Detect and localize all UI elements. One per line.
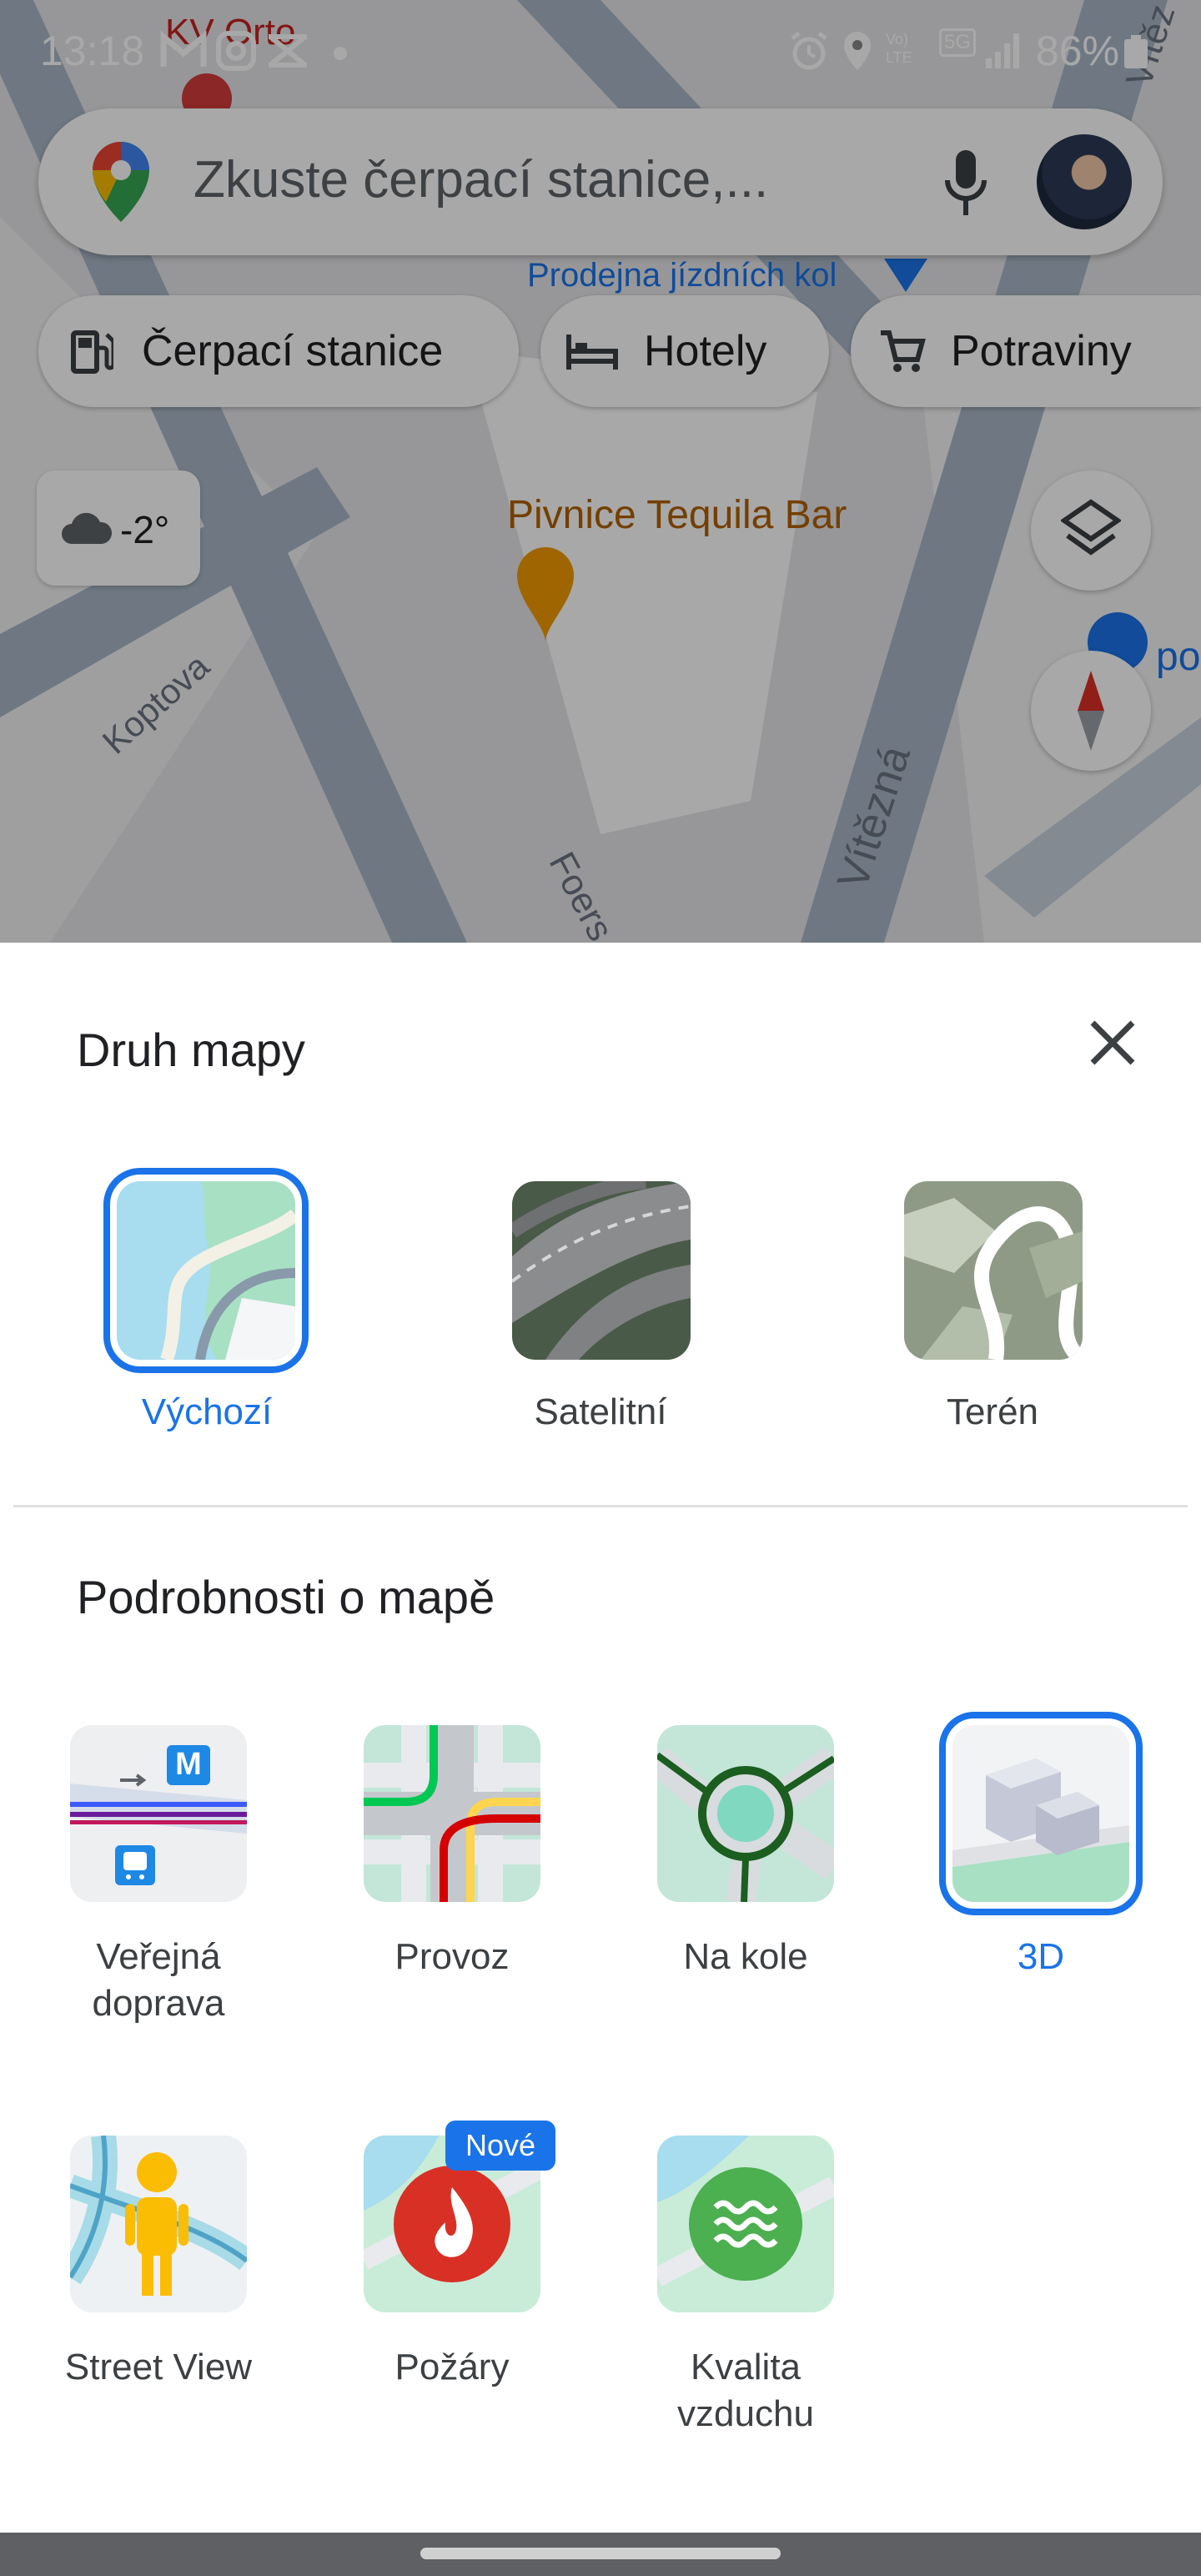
signal-icon xyxy=(986,33,1019,68)
map-type-satellite-tile[interactable] xyxy=(512,1181,691,1360)
chip-gas-stations[interactable]: Čerpací stanice xyxy=(38,295,519,407)
map-type-satellite-label[interactable]: Satelitní xyxy=(450,1391,751,1433)
navigation-bar xyxy=(0,2533,1201,2576)
air-quality-thumbnail xyxy=(657,2136,834,2312)
traffic-thumbnail xyxy=(364,1725,540,1902)
detail-wildfires-label-line1: Požáry xyxy=(394,2347,510,2387)
bed-icon xyxy=(566,335,618,370)
compass-button[interactable] xyxy=(1031,651,1151,771)
detail-street-view-label-line1: Street View xyxy=(64,2347,253,2387)
detail-3d-label[interactable]: 3D xyxy=(907,1934,1174,1980)
close-button[interactable] xyxy=(1079,1009,1146,1076)
alarm-icon xyxy=(791,32,827,70)
weather-widget[interactable]: -2° xyxy=(37,470,200,586)
layers-button[interactable] xyxy=(1031,470,1151,591)
status-bar: 13:18 Vo) LTE 5G 86% xyxy=(0,0,1201,108)
detail-wildfires-label[interactable]: Požáry xyxy=(319,2344,585,2391)
street-view-thumbnail xyxy=(70,2136,247,2312)
instagram-icon xyxy=(216,31,256,71)
chip-gas-stations-label: Čerpací stanice xyxy=(142,327,444,375)
map-label-poi-partial[interactable]: po xyxy=(1156,634,1200,680)
chip-hotels-label: Hotely xyxy=(644,327,767,375)
home-gesture-handle[interactable] xyxy=(420,2548,781,2559)
detail-street-view-label[interactable]: Street View xyxy=(25,2344,292,2391)
location-icon xyxy=(844,32,871,70)
satellite-map-thumbnail xyxy=(512,1181,691,1360)
bicycling-thumbnail xyxy=(657,1725,834,1902)
gmail-icon xyxy=(160,30,207,67)
search-bar[interactable]: Zkuste čerpací stanice,... xyxy=(38,108,1163,255)
weather-temperature: -2° xyxy=(120,508,170,551)
metro-letter: M xyxy=(175,1747,202,1782)
network-type-label: 5G xyxy=(939,28,977,57)
detail-traffic-label[interactable]: Provoz xyxy=(319,1934,585,1980)
battery-percentage: 86% xyxy=(1036,27,1148,75)
detail-traffic-tile[interactable] xyxy=(364,1725,540,1902)
detail-bicycling-tile[interactable] xyxy=(657,1725,834,1902)
detail-transit-tile[interactable]: M xyxy=(70,1725,247,1902)
google-maps-pin-icon xyxy=(93,142,149,222)
microphone-icon[interactable] xyxy=(942,148,989,219)
default-map-thumbnail xyxy=(117,1181,295,1360)
detail-street-view-tile[interactable] xyxy=(70,2136,247,2312)
map-type-default-tile[interactable] xyxy=(103,1168,309,1373)
compass-icon xyxy=(1078,671,1104,751)
detail-bicycling-label[interactable]: Na kole xyxy=(612,1934,879,1980)
map-type-terrain-tile[interactable] xyxy=(904,1181,1083,1360)
gas-station-icon xyxy=(71,330,113,374)
detail-air-quality-label[interactable]: Kvalita vzduchu xyxy=(612,2344,879,2438)
layers-icon xyxy=(1061,499,1121,556)
battery-text: 86% xyxy=(1035,28,1119,74)
map-label-bike-shop[interactable]: Prodejna jízdních kol xyxy=(527,257,837,294)
map-type-default-label[interactable]: Výchozí xyxy=(57,1391,357,1433)
cloud-icon xyxy=(62,512,113,544)
capcut-icon xyxy=(269,34,307,68)
detail-traffic-label-line1: Provoz xyxy=(394,1936,510,1977)
section-divider xyxy=(13,1505,1188,1507)
new-badge: Nové xyxy=(445,2121,555,2171)
detail-transit-label[interactable]: Veřejná doprava xyxy=(25,1934,292,2027)
detail-transit-label-line1: Veřejná xyxy=(96,1936,221,1977)
chip-groceries-label: Potraviny xyxy=(951,327,1132,375)
close-icon xyxy=(1090,1020,1135,1065)
detail-3d-tile[interactable] xyxy=(939,1712,1143,1915)
map-label-bar[interactable]: Pivnice Tequila Bar xyxy=(507,492,847,538)
3d-buildings-thumbnail xyxy=(952,1725,1129,1902)
map-details-title: Podrobnosti o mapě xyxy=(77,1571,495,1623)
chip-groceries[interactable]: Potraviny xyxy=(851,295,1201,407)
detail-3d-label-line1: 3D xyxy=(1017,1936,1065,1977)
terrain-map-thumbnail xyxy=(904,1181,1083,1360)
map-type-terrain-label[interactable]: Terén xyxy=(842,1391,1143,1433)
dot-icon xyxy=(334,47,347,60)
status-time: 13:18 xyxy=(40,28,145,74)
detail-transit-label-line2: doprava xyxy=(92,1983,225,2024)
detail-air-quality-label-line1: Kvalita xyxy=(690,2347,802,2387)
detail-air-quality-tile[interactable] xyxy=(657,2136,834,2312)
cart-icon xyxy=(881,330,926,372)
map-view[interactable]: KV Orto Prodejna jízdních kol Pivnice Te… xyxy=(0,0,1201,943)
account-avatar[interactable] xyxy=(1034,132,1134,232)
detail-bicycling-label-line1: Na kole xyxy=(683,1936,808,1977)
battery-icon xyxy=(1124,35,1148,68)
chip-hotels[interactable]: Hotely xyxy=(540,295,829,407)
map-type-title: Druh mapy xyxy=(77,1024,305,1076)
map-options-sheet: Druh mapy Výchozí Satelitní Terén Podrob… xyxy=(0,943,1201,2533)
transit-thumbnail xyxy=(70,1725,247,1902)
search-input[interactable]: Zkuste čerpací stanice,... xyxy=(193,150,768,209)
detail-air-quality-label-line2: vzduchu xyxy=(677,2393,814,2434)
volte-label: Vo) LTE xyxy=(886,31,912,66)
